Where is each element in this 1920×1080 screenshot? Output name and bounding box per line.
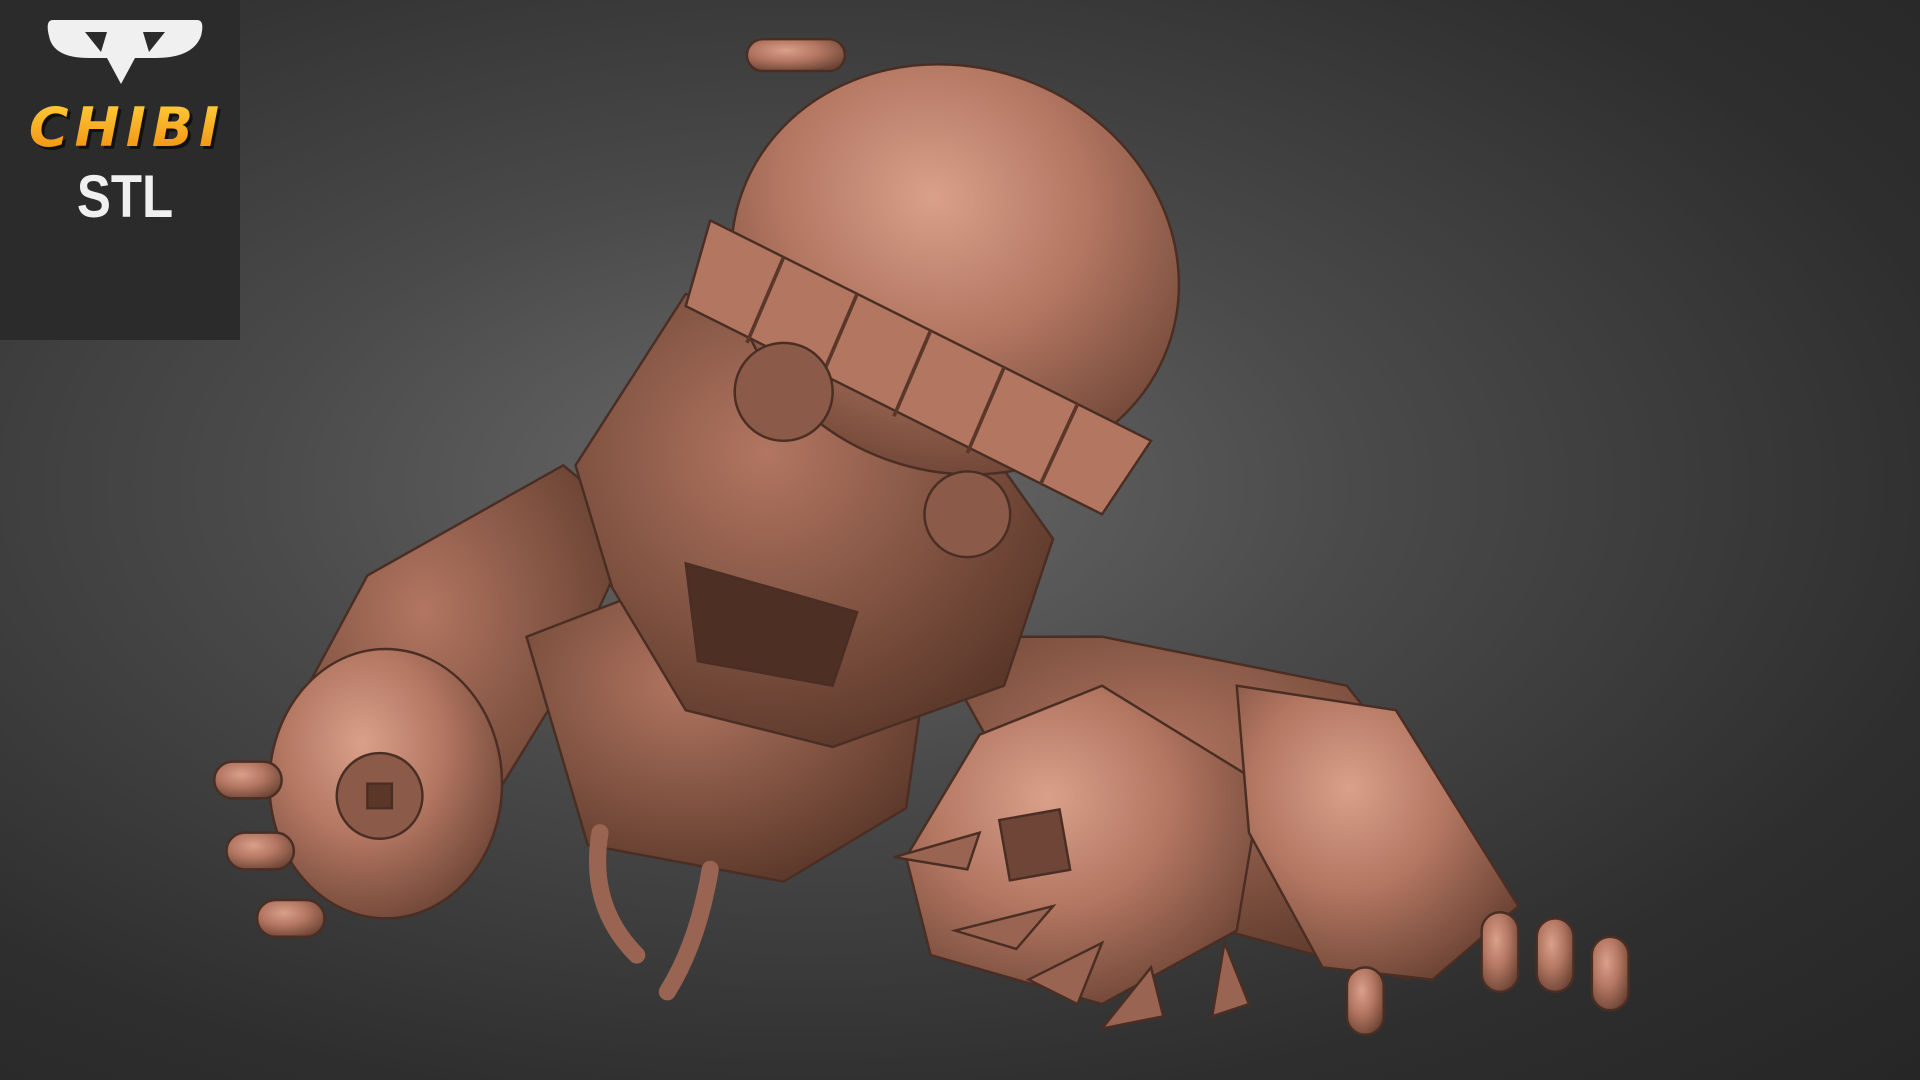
logo: CHIBI STL	[0, 0, 240, 340]
robot-body	[213, 37, 1630, 1036]
robot-model-render	[213, 37, 1630, 1036]
logo-mark-icon	[47, 20, 203, 84]
logo-brand: CHIBI	[12, 96, 242, 159]
right-eye	[923, 470, 1012, 559]
logo-subtitle: STL	[76, 163, 174, 230]
left-eye	[733, 341, 834, 443]
antenna	[745, 37, 847, 73]
